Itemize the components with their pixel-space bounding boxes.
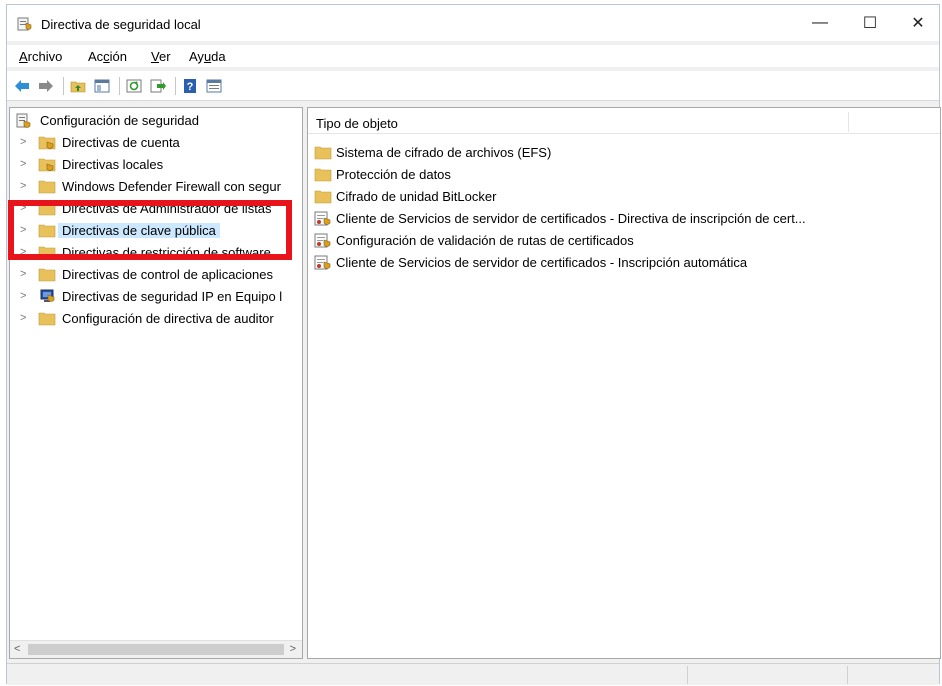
list-pane[interactable]: Tipo de objeto Sistema de cifrado de arc… bbox=[307, 107, 941, 659]
tree-item-label: Directivas de cuenta bbox=[62, 135, 180, 150]
chevron-right-icon[interactable]: > bbox=[20, 180, 30, 192]
show-hide-tree-icon[interactable] bbox=[93, 77, 111, 95]
menu-ayuda[interactable]: Ayuda bbox=[189, 49, 226, 64]
help-icon[interactable]: ? bbox=[181, 77, 199, 95]
tree-item-label: Directivas de clave pública bbox=[58, 223, 220, 238]
list-item-label: Configuración de validación de rutas de … bbox=[336, 233, 634, 248]
forward-arrow-icon[interactable] bbox=[37, 77, 55, 95]
menu-archivo[interactable]: Archivo bbox=[19, 49, 62, 64]
list-header: Tipo de objeto bbox=[308, 108, 940, 134]
chevron-right-icon[interactable]: > bbox=[20, 136, 30, 148]
column-header-tipo-objeto[interactable]: Tipo de objeto bbox=[316, 116, 398, 131]
chevron-right-icon[interactable]: > bbox=[20, 202, 30, 214]
up-folder-icon[interactable] bbox=[69, 77, 87, 95]
folder-icon bbox=[38, 179, 56, 194]
tree-item-label: Configuración de directiva de auditor bbox=[62, 311, 274, 326]
tree-pane[interactable]: Configuración de seguridad > Directivas … bbox=[9, 107, 303, 659]
chevron-right-icon[interactable]: > bbox=[20, 290, 30, 302]
tree-item-windows-defender-firewall[interactable]: > Windows Defender Firewall con segur bbox=[10, 176, 302, 198]
scroll-thumb[interactable] bbox=[28, 644, 284, 655]
tree-item-label: Configuración de seguridad bbox=[40, 113, 199, 128]
chevron-right-icon[interactable]: > bbox=[20, 312, 30, 324]
chevron-right-icon[interactable]: > bbox=[20, 158, 30, 170]
folder-icon bbox=[38, 267, 56, 282]
scroll-left-button[interactable]: < bbox=[14, 643, 20, 655]
folder-icon bbox=[314, 145, 332, 160]
tree-item-directiva-auditoria[interactable]: > Configuración de directiva de auditor bbox=[10, 308, 302, 330]
tree-item-restriccion-software[interactable]: > Directivas de restricción de software bbox=[10, 242, 302, 264]
tree-item-label: Directivas de Administrador de listas bbox=[62, 201, 272, 216]
tree-item-seguridad-ip[interactable]: > Directivas de seguridad IP en Equipo l bbox=[10, 286, 302, 308]
tree-item-label: Directivas locales bbox=[62, 157, 164, 172]
tree-item-configuracion-seguridad[interactable]: Configuración de seguridad bbox=[10, 110, 302, 132]
folder-icon bbox=[38, 201, 56, 216]
ip-security-icon bbox=[38, 289, 56, 304]
window-title: Directiva de seguridad local bbox=[41, 17, 201, 32]
list-item-label: Cliente de Servicios de servidor de cert… bbox=[336, 211, 806, 226]
menu-ver[interactable]: Ver bbox=[151, 49, 171, 64]
toolbar-separator bbox=[63, 77, 64, 95]
folder-icon bbox=[38, 311, 56, 326]
column-divider[interactable] bbox=[848, 112, 849, 132]
toolbar-separator bbox=[175, 77, 176, 95]
minimize-button[interactable]: — bbox=[797, 10, 843, 36]
list-item-label: Protección de datos bbox=[336, 167, 451, 182]
properties-icon[interactable] bbox=[205, 77, 223, 95]
horizontal-scrollbar[interactable]: < > bbox=[10, 640, 302, 658]
folder-icon bbox=[314, 167, 332, 182]
tree-item-label: Directivas de restricción de software bbox=[62, 245, 271, 260]
title-bar[interactable]: Directiva de seguridad local — ☐ ✕ bbox=[7, 5, 939, 41]
tree-item-label: Directivas de control de aplicaciones bbox=[62, 267, 273, 282]
tree-item-label: Windows Defender Firewall con segur bbox=[62, 179, 281, 194]
menu-bar: Archivo Acción Ver Ayuda bbox=[7, 45, 939, 67]
tree-item-directivas-cuenta[interactable]: > Directivas de cuenta bbox=[10, 132, 302, 154]
folder-icon bbox=[38, 245, 56, 260]
tree-item-administrador-listas[interactable]: > Directivas de Administrador de listas bbox=[10, 198, 302, 220]
security-policy-app-icon bbox=[17, 16, 33, 32]
tree-item-label: Directivas de seguridad IP en Equipo l bbox=[62, 289, 283, 304]
certificate-policy-icon bbox=[314, 255, 332, 270]
status-segment bbox=[687, 666, 847, 684]
security-settings-icon bbox=[16, 113, 34, 128]
chevron-right-icon[interactable]: > bbox=[20, 224, 30, 236]
toolbar: ? bbox=[7, 71, 939, 101]
list-item-label: Sistema de cifrado de archivos (EFS) bbox=[336, 145, 552, 160]
tree-item-control-aplicaciones[interactable]: > Directivas de control de aplicaciones bbox=[10, 264, 302, 286]
menu-accion[interactable]: Acción bbox=[88, 49, 127, 64]
scroll-right-button[interactable]: > bbox=[290, 643, 296, 655]
tree-item-directivas-locales[interactable]: > Directivas locales bbox=[10, 154, 302, 176]
tree-item-directivas-clave-publica[interactable]: > Directivas de clave pública bbox=[10, 220, 302, 242]
folder-lock-icon bbox=[38, 157, 56, 172]
folder-icon bbox=[314, 189, 332, 204]
app-window: Directiva de seguridad local — ☐ ✕ Archi… bbox=[6, 4, 941, 685]
close-button[interactable]: ✕ bbox=[895, 10, 941, 36]
back-arrow-icon[interactable] bbox=[13, 77, 31, 95]
list-item-label: Cifrado de unidad BitLocker bbox=[336, 189, 497, 204]
status-segment bbox=[847, 666, 939, 684]
certificate-policy-icon bbox=[314, 211, 332, 226]
list-item-label: Cliente de Servicios de servidor de cert… bbox=[336, 255, 748, 270]
chevron-right-icon[interactable]: > bbox=[20, 246, 30, 258]
toolbar-separator bbox=[119, 77, 120, 95]
export-list-icon[interactable] bbox=[149, 77, 167, 95]
refresh-icon[interactable] bbox=[125, 77, 143, 95]
maximize-button[interactable]: ☐ bbox=[847, 10, 893, 36]
folder-lock-icon bbox=[38, 135, 56, 150]
chevron-right-icon[interactable]: > bbox=[20, 268, 30, 280]
status-bar bbox=[7, 663, 939, 685]
certificate-policy-icon bbox=[314, 233, 332, 248]
svg-text:?: ? bbox=[187, 81, 194, 93]
folder-icon bbox=[38, 223, 56, 238]
